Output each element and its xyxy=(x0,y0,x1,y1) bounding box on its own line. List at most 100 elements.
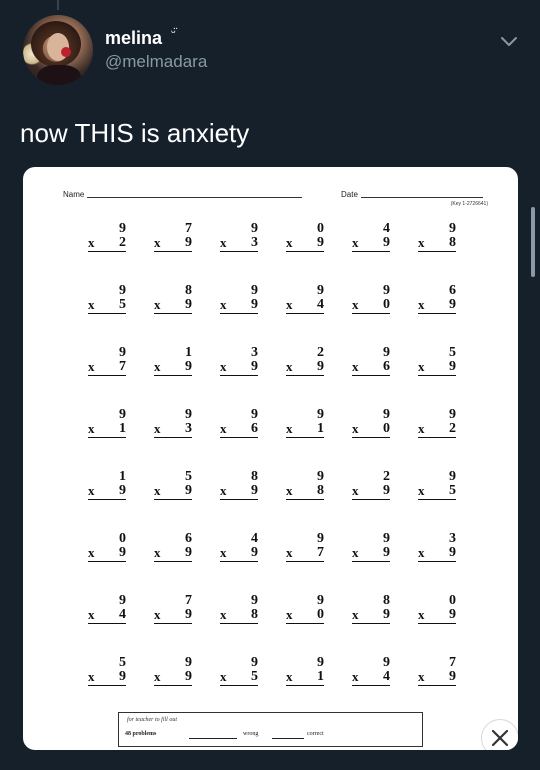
times-sign: x xyxy=(352,483,359,498)
multiplier-line: x5 xyxy=(418,484,456,500)
multiplier-line: x9 xyxy=(220,546,258,562)
multiplication-problem: 9x4 xyxy=(283,284,349,346)
scrollbar[interactable] xyxy=(531,207,535,277)
name-line xyxy=(87,197,302,198)
multiplier-line: x8 xyxy=(220,608,258,624)
multiplicand: 5 xyxy=(119,655,126,670)
multiplication-problem: 7x9 xyxy=(415,656,481,718)
worksheet: Name Date (Key 1-2726641) 9x27x99x30x94x… xyxy=(23,167,518,750)
multiplication-problem: 8x9 xyxy=(349,594,415,656)
multiplier-line: x9 xyxy=(352,608,390,624)
times-sign: x xyxy=(154,421,161,436)
multiplicand: 3 xyxy=(251,345,258,360)
problem-row: 9x27x99x3 0 x94x9 9 x8 xyxy=(85,222,481,284)
times-sign: x xyxy=(88,297,95,312)
multiplier-line: x9 xyxy=(286,360,324,376)
multiplicand: 3 xyxy=(449,531,456,546)
multiplication-problem: 1x9 xyxy=(151,346,217,408)
multiplication-problem: 9x3 xyxy=(217,222,283,284)
times-sign: x xyxy=(220,235,227,250)
close-icon xyxy=(491,729,509,747)
multiplicand: 8 xyxy=(251,469,258,484)
times-sign: x xyxy=(154,359,161,374)
times-sign: x xyxy=(88,483,95,498)
multiplier: 9 xyxy=(119,545,126,560)
times-sign: x xyxy=(352,545,359,560)
multiplicand: 6 xyxy=(185,531,192,546)
multiplier: 3 xyxy=(185,421,192,436)
multiplication-problem: 7x9 xyxy=(151,222,217,284)
times-sign: x xyxy=(88,545,95,560)
multiplication-problem: 6x9 xyxy=(415,284,481,346)
multiplier-line: x4 xyxy=(352,670,390,686)
multiplicand: 7 xyxy=(185,593,192,608)
multiplicand: 9 xyxy=(383,655,390,670)
multiplier-line: x5 xyxy=(88,298,126,314)
multiplier: 2 xyxy=(449,421,456,436)
multiplier: 5 xyxy=(251,669,258,684)
times-sign: x xyxy=(286,359,293,374)
times-sign: x xyxy=(88,359,95,374)
multiplicand: 0 xyxy=(317,221,324,236)
multiplication-problem: 9x5 xyxy=(85,284,151,346)
multiplicand: 6 xyxy=(449,283,456,298)
multiplier-line: x4 xyxy=(286,298,324,314)
multiplier-line: x9 xyxy=(88,484,126,500)
times-sign: x xyxy=(88,607,95,622)
multiplication-problem: 9x9 xyxy=(151,656,217,718)
multiplier-line: x9 xyxy=(418,298,456,314)
multiplicand: 8 xyxy=(383,593,390,608)
multiplier: 5 xyxy=(119,297,126,312)
multiplication-problem: 9x2 xyxy=(415,408,481,470)
multiplicand: 9 xyxy=(383,407,390,422)
multiplier: 9 xyxy=(119,483,126,498)
times-sign: x xyxy=(352,235,359,250)
multiplier: 8 xyxy=(317,483,324,498)
multiplier-line: x9 xyxy=(220,360,258,376)
multiplication-problem: 8x9 xyxy=(217,470,283,532)
close-button[interactable] xyxy=(481,719,518,750)
multiplication-problem: 4x9 xyxy=(349,222,415,284)
multiplicand: 7 xyxy=(185,221,192,236)
avatar[interactable] xyxy=(23,15,93,85)
problem-row: 0x96x94x99x79x93x9 xyxy=(85,532,481,594)
multiplier-line: x9 xyxy=(154,546,192,562)
multiplier: 9 xyxy=(185,607,192,622)
times-sign: x xyxy=(88,669,95,684)
times-sign: x xyxy=(220,421,227,436)
multiplier-line: x8 xyxy=(418,236,456,252)
multiplier-line: x9 xyxy=(352,546,390,562)
thread-connector-line xyxy=(57,0,59,10)
times-sign: x xyxy=(154,297,161,312)
problem-count: 48 problems xyxy=(125,731,157,737)
multiplier: 9 xyxy=(251,297,258,312)
multiplicand: 9 xyxy=(317,469,324,484)
problem-row: 9x58x99x99x49x06x9 xyxy=(85,284,481,346)
problem-row: 9x47x99x89x08x90x9 xyxy=(85,594,481,656)
multiplicand: 2 xyxy=(317,345,324,360)
multiplier: 4 xyxy=(383,669,390,684)
multiplication-problem: 6x9 xyxy=(151,532,217,594)
multiplier-line: x9 xyxy=(418,670,456,686)
multiplier-line: x1 xyxy=(88,422,126,438)
multiplier: 0 xyxy=(317,607,324,622)
multiplier: 6 xyxy=(251,421,258,436)
multiplier-line: x9 xyxy=(352,236,390,252)
times-sign: x xyxy=(154,669,161,684)
user-handle[interactable]: @melmadara xyxy=(105,52,207,72)
times-sign: x xyxy=(352,297,359,312)
times-sign: x xyxy=(220,545,227,560)
multiplication-problem: 9x1 xyxy=(283,408,349,470)
problem-row: 9x19x39x69x19x09x2 xyxy=(85,408,481,470)
chevron-down-icon[interactable] xyxy=(498,30,520,52)
multiplication-problem: 9x8 xyxy=(283,470,349,532)
correct-blank xyxy=(272,738,304,739)
multiplication-problem: 9x2 xyxy=(85,222,151,284)
display-name[interactable]: melina xyxy=(105,28,162,49)
multiplier: 2 xyxy=(119,235,126,250)
multiplier: 9 xyxy=(449,545,456,560)
times-sign: x xyxy=(352,607,359,622)
multiplication-problem: 7x9 xyxy=(151,594,217,656)
tweet-media-image[interactable]: Name Date (Key 1-2726641) 9x27x99x30x94x… xyxy=(23,167,518,750)
multiplier: 9 xyxy=(317,235,324,250)
